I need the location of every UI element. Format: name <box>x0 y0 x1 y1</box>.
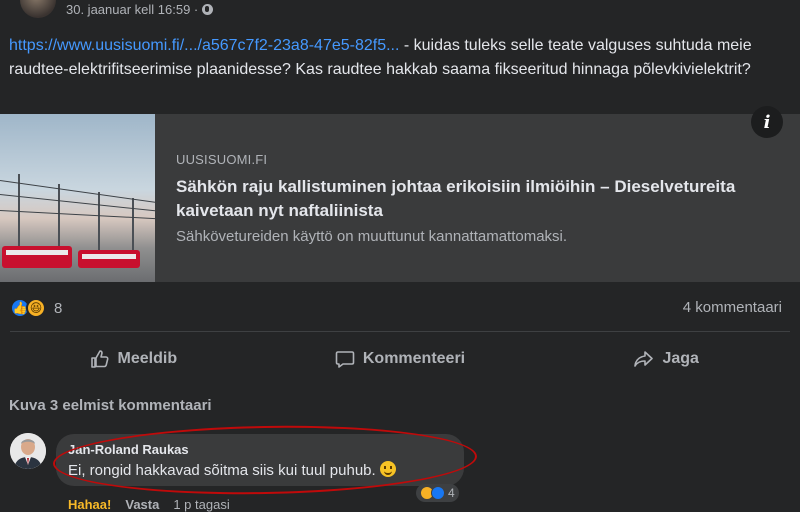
globe-icon <box>202 3 214 15</box>
post-text: https://www.uusisuomi.fi/.../a567c7f2-23… <box>9 34 769 82</box>
poster-avatar[interactable] <box>20 0 56 18</box>
view-previous-comments[interactable]: Kuva 3 eelmist kommentaari <box>9 397 212 414</box>
info-button[interactable]: i <box>751 106 783 138</box>
commenter-avatar[interactable] <box>10 433 46 469</box>
haha-icon: 😆 <box>26 298 46 318</box>
preview-title[interactable]: Sähkön raju kallistuminen johtaa erikois… <box>176 175 776 223</box>
share-button[interactable]: Jaga <box>533 343 800 375</box>
comment-haha-reaction[interactable]: Hahaa! <box>68 497 111 512</box>
link-preview-card[interactable]: UUSISUOMI.FI Sähkön raju kallistuminen j… <box>0 114 800 282</box>
divider <box>10 331 790 332</box>
preview-description: Sähkövetureiden käyttö on muuttunut kann… <box>176 228 568 245</box>
like-icon <box>431 486 445 500</box>
comment-icon <box>335 351 355 368</box>
post-timestamp[interactable]: 30. jaanuar kell 16:59 · <box>66 2 198 17</box>
info-icon: i <box>763 111 771 133</box>
share-icon <box>634 351 654 367</box>
comment-actions: Hahaa! Vasta 1 p tagasi <box>68 497 230 512</box>
comments-count[interactable]: 4 kommentaari <box>683 299 782 316</box>
post-meta: 30. jaanuar kell 16:59 · <box>66 0 214 18</box>
share-label: Jaga <box>662 350 699 367</box>
preview-body: UUSISUOMI.FI Sähkön raju kallistuminen j… <box>176 152 776 247</box>
preview-image <box>0 114 155 282</box>
reaction-count: 8 <box>54 299 63 317</box>
post-link[interactable]: https://www.uusisuomi.fi/.../a567c7f2-23… <box>9 37 399 54</box>
thumbs-up-icon <box>90 350 109 368</box>
comment-reply-link[interactable]: Vasta <box>125 497 159 512</box>
comment-time[interactable]: 1 p tagasi <box>173 497 229 512</box>
like-label: Meeldib <box>117 350 178 367</box>
comment-button[interactable]: Kommenteeri <box>267 343 534 375</box>
preview-source: UUSISUOMI.FI <box>176 152 268 167</box>
post-actions: Meeldib Kommenteeri Jaga <box>0 343 800 375</box>
comment-label: Kommenteeri <box>362 350 466 367</box>
comment-reaction-count: 4 <box>448 486 455 500</box>
like-button[interactable]: Meeldib <box>0 343 267 375</box>
person-photo <box>10 433 46 469</box>
comment-reactions[interactable]: 4 <box>416 484 459 502</box>
reactions-summary[interactable]: 👍 😆 8 <box>10 297 62 319</box>
